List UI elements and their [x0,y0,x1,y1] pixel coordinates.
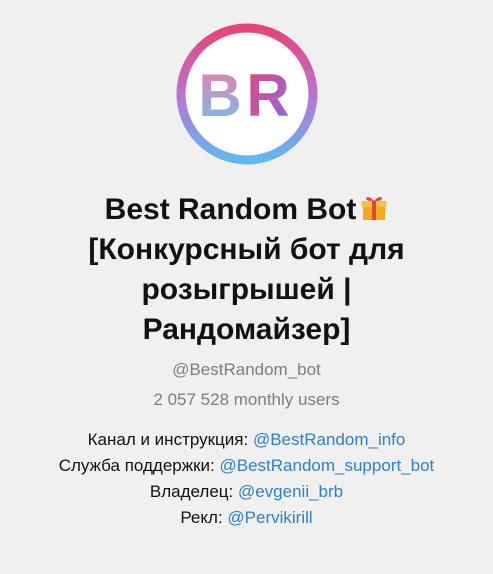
bot-title: Best Random Bot [Конкурсный бот для розы… [20,190,473,350]
bot-title-line: Рандомайзер] [142,313,351,346]
avatar-letter-r: R [246,62,289,129]
description-line-owner: Владелец: @evgenii_brb [0,479,493,505]
monthly-users-count: 2 057 528 monthly users [153,390,340,409]
avatar-letter-b: B [198,62,241,129]
description-line-ads: Рекл: @Pervikirill [0,505,493,531]
bot-title-line: розыгрышей | [141,273,352,306]
description-label: Служба поддержки: [58,456,220,475]
bot-description: Канал и инструкция: @BestRandom_info Слу… [0,427,493,531]
owner-link[interactable]: @evgenii_brb [238,482,343,501]
bot-profile-card: B R Best Random Bot [Конкурсный бот для … [0,0,493,574]
description-label: Канал и инструкция: [87,430,253,449]
gift-icon [361,197,387,220]
channel-link[interactable]: @BestRandom_info [253,430,405,449]
bot-username: @BestRandom_bot [172,360,321,379]
description-line-channel: Канал и инструкция: @BestRandom_info [0,427,493,453]
support-bot-link[interactable]: @BestRandom_support_bot [219,456,434,475]
bot-title-line: Best Random Bot [20,190,473,230]
bot-title-line: [Конкурсный бот для [88,233,405,266]
description-label: Владелец: [149,482,238,501]
bot-avatar: B R [176,23,318,165]
description-label: Рекл: [180,508,228,527]
ads-contact-link[interactable]: @Pervikirill [227,508,312,527]
description-line-support: Служба поддержки: @BestRandom_support_bo… [0,453,493,479]
